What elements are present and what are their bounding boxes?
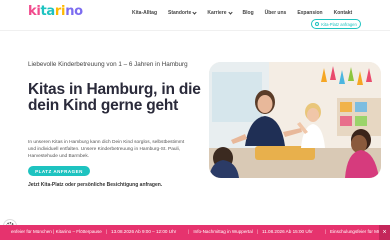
kita-platz-anfragen-button[interactable]: Kita-Platz anfragen	[311, 19, 361, 29]
hero-title: Kitas in Hamburg, in die dein Kind gerne…	[28, 81, 201, 114]
chevron-down-icon	[227, 9, 233, 15]
ticker-item[interactable]: enfeier für München | Kitarino – Flötter…	[11, 229, 176, 234]
nav-item-expansion[interactable]: Expansion	[297, 10, 322, 16]
nav-item-ueber-uns[interactable]: Über uns	[265, 10, 287, 16]
site-header: kitarino Kita-Alltag Standorte Karriere …	[0, 0, 390, 31]
besichtigung-link[interactable]: Jetzt Kita-Platz oder persönliche Besich…	[28, 182, 162, 188]
platz-anfragen-button[interactable]: PLATZ ANFRAGEN	[28, 166, 90, 176]
kitarino-logo[interactable]: kitarino	[28, 4, 83, 19]
nav-item-blog[interactable]: Blog	[243, 10, 254, 16]
close-icon[interactable]: ×	[379, 225, 390, 240]
location-pin-icon	[315, 22, 320, 26]
nav-item-standorte[interactable]: Standorte	[168, 9, 197, 16]
event-ticker: enfeier für München | Kitarino – Flötter…	[0, 225, 390, 240]
chevron-down-icon	[192, 9, 197, 15]
nav-item-karriere[interactable]: Karriere	[207, 9, 233, 16]
ticker-track: enfeier für München | Kitarino – Flötter…	[11, 229, 381, 234]
ticker-item[interactable]: | Einschulungsfeier für Mü	[325, 229, 381, 234]
main-nav: Kita-Alltag Standorte Karriere Blog Über…	[132, 9, 363, 16]
hero-subtitle: Liebevolle Kinderbetreuung von 1 – 6 Jah…	[28, 61, 188, 68]
hero-photo-illustration	[209, 62, 381, 178]
ticker-item[interactable]: | Info-Nachmittag in Wuppertal | 11.08.2…	[188, 229, 313, 234]
nav-item-kontakt[interactable]: Kontakt	[334, 10, 353, 16]
nav-item-kita-alltag[interactable]: Kita-Alltag	[132, 10, 157, 16]
hero-photo-kids-with-teacher	[209, 62, 381, 178]
hero-body-text: In unseren Kitas in Hamburg kann dich De…	[28, 140, 185, 159]
